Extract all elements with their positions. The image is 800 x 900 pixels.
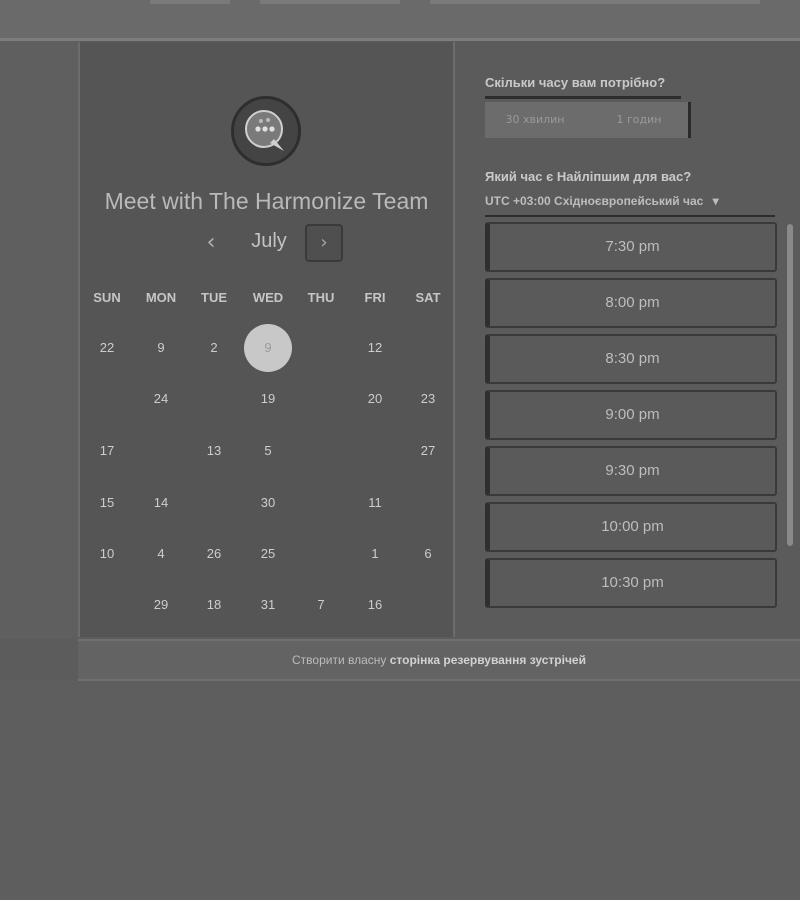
- booking-pane: Скільки часу вам потрібно? 30 хвилин 1 г…: [457, 42, 800, 637]
- chevron-down-icon: ▾: [712, 194, 719, 208]
- slot-list-scrollbar[interactable]: [787, 224, 793, 546]
- duration-selector: 30 хвилин 1 годин: [485, 102, 691, 138]
- frame-divider: [0, 38, 800, 41]
- calendar-day[interactable]: 25: [248, 534, 288, 574]
- footer-text: Створити власну сторінка резервування зу…: [78, 641, 800, 679]
- calendar-day[interactable]: 23: [408, 379, 448, 419]
- timezone-underline: [485, 215, 775, 217]
- weekday-tue: TUE: [201, 290, 227, 305]
- calendar-panel: Meet with The Harmonize Team ‹ July › SU…: [78, 42, 455, 637]
- timezone-label: UTC +03:00 Східноєвропейський час: [485, 194, 704, 208]
- top-strip: [0, 0, 800, 38]
- calendar-day[interactable]: 4: [141, 534, 181, 574]
- calendar-day[interactable]: 31: [248, 585, 288, 625]
- calendar-day[interactable]: 27: [408, 431, 448, 471]
- chat-bubble-logo-icon: [231, 96, 301, 166]
- calendar-day[interactable]: 9: [244, 324, 292, 372]
- time-slot[interactable]: 9:30 pm: [485, 446, 777, 496]
- time-slot[interactable]: 8:00 pm: [485, 278, 777, 328]
- calendar-day[interactable]: 19: [248, 379, 288, 419]
- calendar-day[interactable]: 14: [141, 483, 181, 523]
- duration-option-1hour[interactable]: 1 годин: [589, 102, 689, 138]
- calendar-day[interactable]: 30: [248, 483, 288, 523]
- calendar-day[interactable]: 11: [355, 483, 395, 523]
- calendar-day[interactable]: 22: [87, 328, 127, 368]
- lower-background: [0, 681, 800, 900]
- calendar-day[interactable]: 20: [355, 379, 395, 419]
- calendar-day[interactable]: 2: [194, 328, 234, 368]
- left-gutter: [0, 41, 78, 639]
- weekday-sat: SAT: [415, 290, 441, 305]
- chevron-right-icon[interactable]: ›: [305, 224, 343, 262]
- calendar-day[interactable]: 16: [355, 585, 395, 625]
- calendar-day[interactable]: 15: [87, 483, 127, 523]
- time-slot[interactable]: 8:30 pm: [485, 334, 777, 384]
- calendar-day[interactable]: 13: [194, 431, 234, 471]
- calendar-day[interactable]: 1: [355, 534, 395, 574]
- calendar-day[interactable]: 26: [194, 534, 234, 574]
- calendar-day[interactable]: 18: [194, 585, 234, 625]
- top-strip-segment: [260, 0, 400, 4]
- calendar-day[interactable]: 10: [87, 534, 127, 574]
- top-strip-segment: [150, 0, 230, 4]
- month-label: July: [251, 230, 287, 252]
- calendar-day[interactable]: 12: [355, 328, 395, 368]
- weekday-mon: MON: [145, 290, 177, 305]
- create-booking-page-link[interactable]: сторінка резервування зустрічей: [390, 653, 586, 667]
- time-slot-list: 7:30 pm 8:00 pm 8:30 pm 9:00 pm 9:30 pm …: [485, 222, 785, 635]
- calendar-day[interactable]: 17: [87, 431, 127, 471]
- top-strip-segment: [430, 0, 760, 4]
- chevron-left-icon[interactable]: ‹: [198, 228, 224, 258]
- weekday-fri: FRI: [364, 290, 386, 305]
- duration-underline: [485, 96, 681, 99]
- calendar-day[interactable]: 7: [301, 585, 341, 625]
- weekday-thu: THU: [307, 290, 335, 305]
- time-slot[interactable]: 9:00 pm: [485, 390, 777, 440]
- time-slot[interactable]: 10:00 pm: [485, 502, 777, 552]
- timezone-select[interactable]: UTC +03:00 Східноєвропейський час ▾: [485, 194, 719, 208]
- duration-question: Скільки часу вам потрібно?: [485, 75, 666, 90]
- time-question: Який час є Найліпшим для вас?: [485, 169, 692, 184]
- weekday-wed: WED: [252, 290, 284, 305]
- time-slot[interactable]: 7:30 pm: [485, 222, 777, 272]
- calendar-day[interactable]: 9: [141, 328, 181, 368]
- calendar-day[interactable]: 24: [141, 379, 181, 419]
- calendar-day[interactable]: 6: [408, 534, 448, 574]
- footer-prefix: Створити власну: [292, 653, 387, 667]
- time-slot[interactable]: 10:30 pm: [485, 558, 777, 608]
- duration-option-30min[interactable]: 30 хвилин: [485, 102, 585, 138]
- calendar-day[interactable]: 5: [248, 431, 288, 471]
- calendar-day[interactable]: 29: [141, 585, 181, 625]
- footer: Створити власну сторінка резервування зу…: [78, 639, 800, 681]
- weekday-sun: SUN: [93, 290, 121, 305]
- page-title: Meet with The Harmonize Team: [104, 188, 429, 214]
